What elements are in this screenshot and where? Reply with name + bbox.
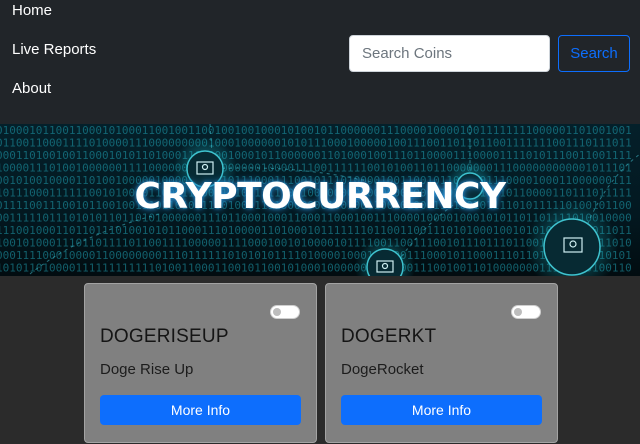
nav-link-home[interactable]: Home [12,1,52,21]
nav-link-live-reports[interactable]: Live Reports [12,40,96,60]
more-info-button[interactable]: More Info [100,395,301,425]
nav-link-about[interactable]: About [12,79,51,99]
binary-texture-row: 0110011000111101000011100000000010001000… [0,137,632,150]
coin-toggle-switch[interactable] [511,305,541,319]
coin-symbol: DOGERKT [341,326,437,347]
toggle-knob [273,308,281,316]
coin-toggle-switch[interactable] [270,305,300,319]
coin-symbol: DOGERISEUP [100,326,229,347]
hero-banner: 0100010110011000101000110010011001001001… [0,124,640,276]
search-button[interactable]: Search [558,35,630,72]
coin-name: DogeRocket [341,361,424,378]
more-info-button[interactable]: More Info [341,395,542,425]
binary-texture-row: 0100010110011000101000110010011001001001… [0,124,632,137]
coins-grid: DOGERISEUP Doge Rise Up More Info DOGERK… [0,276,640,444]
coin-card: DOGERISEUP Doge Rise Up More Info [84,283,317,443]
binary-texture-row: 0001101001001100010101101000110000010001… [0,149,632,162]
binary-texture-row: 1000011101001000000111100000011011000000… [0,162,632,175]
hero-title: CRYPTOCURRENCY [134,176,506,217]
navbar: Home Live Reports About Search [0,0,640,124]
coin-name: Doge Rise Up [100,361,194,378]
toggle-knob [514,308,522,316]
coin-card: DOGERKT DogeRocket More Info [325,283,558,443]
search-input[interactable] [349,35,550,72]
